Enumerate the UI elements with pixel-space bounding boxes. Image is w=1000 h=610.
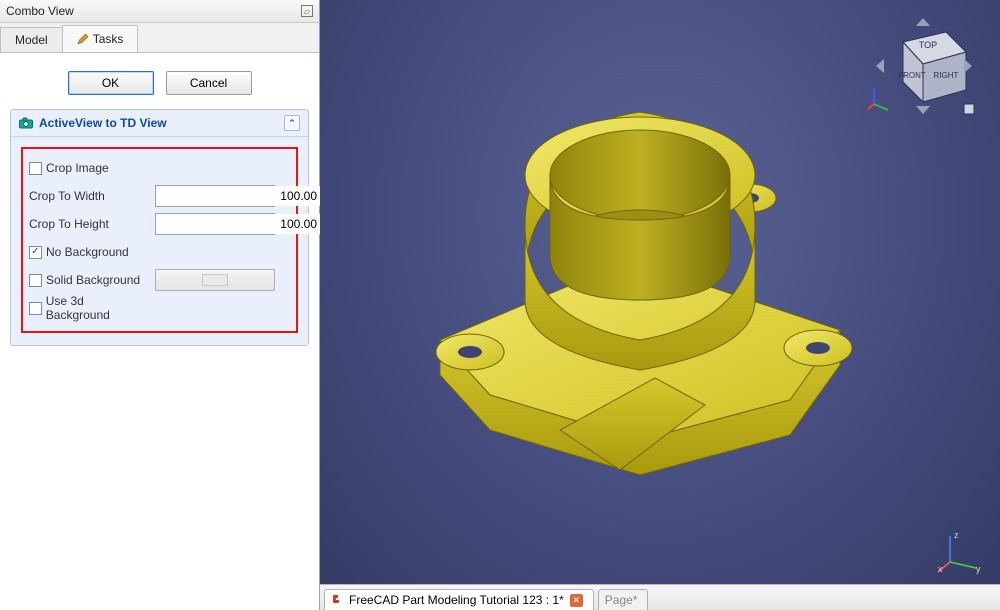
crop-height-input[interactable] (156, 214, 323, 234)
tab-tasks[interactable]: Tasks (62, 25, 139, 52)
row-use-3d-background: Use 3d Background (29, 295, 290, 321)
combo-view-titlebar: Combo View ▱ (0, 0, 319, 23)
task-body: OK Cancel ActiveView to TD View ⌃ Crop I… (0, 53, 319, 356)
activeview-group-body: Crop Image Crop To Width mm ▲▼ Crop To H… (11, 137, 308, 345)
document-tab-page[interactable]: Page* (598, 589, 649, 610)
document-tab-active-label: FreeCAD Part Modeling Tutorial 123 : 1* (349, 593, 564, 607)
3d-viewport[interactable]: ↖ TOP FRONT RIGHT (320, 0, 1000, 610)
use3d-background-text: Use 3d Background (46, 294, 149, 322)
axis-triad: z y x (938, 528, 984, 574)
activeview-group: ActiveView to TD View ⌃ Crop Image Crop … (10, 109, 309, 346)
row-crop-height: Crop To Height mm ▲▼ (29, 211, 290, 237)
axis-z-label: z (954, 530, 959, 540)
navcube-right-label: RIGHT (934, 71, 959, 80)
solid-background-text: Solid Background (46, 273, 140, 287)
crop-image-checkbox[interactable] (29, 162, 42, 175)
dialog-buttons: OK Cancel (10, 71, 309, 95)
tab-model-label: Model (15, 33, 48, 47)
freecad-icon (331, 594, 343, 606)
row-crop-image: Crop Image (29, 155, 290, 181)
camera-icon (19, 117, 33, 129)
axis-y-label: y (976, 564, 981, 574)
document-tab-active[interactable]: FreeCAD Part Modeling Tutorial 123 : 1* … (324, 589, 594, 610)
pencil-icon (77, 33, 89, 45)
no-background-text: No Background (46, 245, 129, 259)
combo-view-title: Combo View (6, 4, 74, 18)
ok-button[interactable]: OK (68, 71, 154, 95)
crop-width-input[interactable] (156, 186, 323, 206)
document-tabbar: FreeCAD Part Modeling Tutorial 123 : 1* … (320, 584, 1000, 610)
row-solid-background: Solid Background (29, 267, 290, 293)
navcube-front-label: FRONT (898, 71, 926, 80)
no-background-checkbox[interactable] (29, 246, 42, 259)
close-tab-icon[interactable]: ✕ (570, 594, 583, 607)
use3d-background-checkbox[interactable] (29, 302, 42, 315)
row-no-background: No Background (29, 239, 290, 265)
tab-tasks-label: Tasks (93, 32, 124, 46)
row-crop-width: Crop To Width mm ▲▼ (29, 183, 290, 209)
crop-height-label: Crop To Height (29, 217, 149, 231)
solid-background-color-picker[interactable] (155, 269, 275, 291)
crop-image-checkbox-label[interactable]: Crop Image (29, 161, 149, 175)
combo-view-panel: Combo View ▱ Model Tasks OK Cancel Activ… (0, 0, 320, 610)
use3d-background-checkbox-label[interactable]: Use 3d Background (29, 294, 149, 322)
crop-width-label: Crop To Width (29, 189, 149, 203)
axis-x-label: x (938, 564, 943, 574)
navigation-cube[interactable]: TOP FRONT RIGHT (868, 14, 978, 118)
crop-height-spinner[interactable]: mm ▲▼ (155, 213, 275, 235)
solid-background-checkbox[interactable] (29, 274, 42, 287)
no-background-checkbox-label[interactable]: No Background (29, 245, 149, 259)
activeview-group-header[interactable]: ActiveView to TD View ⌃ (11, 110, 308, 137)
activeview-group-title: ActiveView to TD View (39, 116, 167, 130)
tab-model[interactable]: Model (0, 27, 63, 52)
cancel-button[interactable]: Cancel (166, 71, 252, 95)
crop-image-text: Crop Image (46, 161, 109, 175)
annotation-highlight: Crop Image Crop To Width mm ▲▼ Crop To H… (21, 147, 298, 333)
navcube-top-label: TOP (919, 40, 937, 50)
crop-width-spinner[interactable]: mm ▲▼ (155, 185, 275, 207)
document-tab-page-label: Page* (605, 593, 638, 607)
collapse-icon[interactable]: ⌃ (284, 115, 300, 131)
combo-tabs: Model Tasks (0, 23, 319, 53)
undock-icon[interactable]: ▱ (301, 5, 313, 17)
color-swatch (202, 274, 228, 286)
solid-background-checkbox-label[interactable]: Solid Background (29, 273, 149, 287)
